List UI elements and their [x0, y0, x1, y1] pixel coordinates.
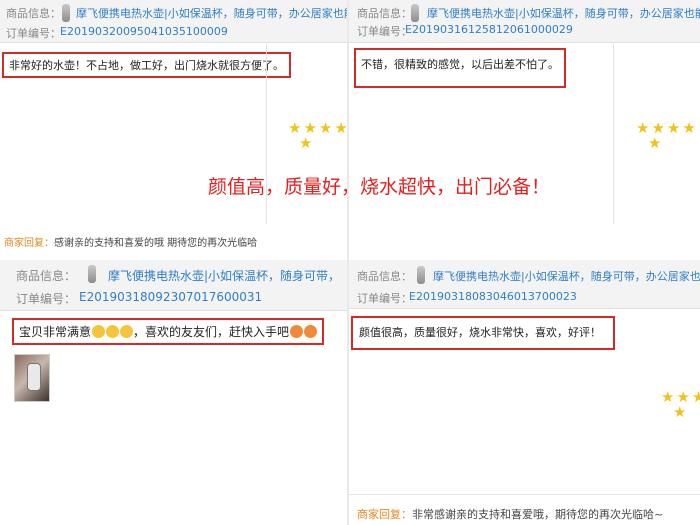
reply-text: 感谢亲的支持和喜爱的哦 期待您的再次光临哈	[54, 238, 258, 249]
review-comment: 颜值很高，质量很好，烧水非常快，喜欢，好评！	[351, 316, 615, 350]
column-divider	[613, 44, 614, 224]
review-card-2: 商品信息： 摩飞便携电热水壶|小如保温杯，随身可带，办公居家也能用 订单编号： …	[349, 0, 700, 260]
review-header: 商品信息： 摩飞便携电热水壶|小如保温杯，随身可带，办公居家也能 订单编号： E…	[349, 260, 700, 309]
smile-icon	[290, 325, 304, 338]
product-thumbnail	[88, 265, 96, 283]
order-number: E20190318083046013700023	[409, 290, 577, 303]
order-label: 订单编号：	[16, 292, 77, 306]
star-icon: ★★★★	[288, 119, 347, 137]
reply-label: 商家回复：	[357, 508, 412, 521]
product-name-link[interactable]: 摩飞便携电热水壶|小如保温杯，随身可带，	[108, 267, 340, 284]
review-header: 商品信息： 摩飞便携电热水壶|小如保温杯，随身可带， 订单编号： E201903…	[0, 260, 347, 311]
thumbs-up-icon	[106, 325, 120, 338]
reply-text: 非常感谢亲的支持和喜爱哦，期待您的再次光临哈~	[412, 508, 664, 521]
product-thumbnail	[417, 266, 425, 284]
review-photo[interactable]	[14, 354, 50, 402]
product-name-link[interactable]: 摩飞便携电热水壶|小如保温杯，随身可带，办公居家也能	[433, 268, 700, 284]
product-thumbnail	[62, 4, 70, 22]
product-thumbnail	[411, 4, 419, 22]
order-label: 订单编号：	[357, 25, 412, 38]
column-gap	[347, 0, 349, 525]
product-label: 商品信息：	[6, 7, 61, 20]
order-label: 订单编号：	[6, 27, 61, 40]
review-comment: 非常好的水壶！不占地，做工好，出门烧水就很方便了。	[2, 52, 291, 78]
star-icon: ★	[673, 403, 689, 421]
product-name-link[interactable]: 摩飞便携电热水壶|小如保温杯，随身可带，办公居家也能用	[76, 5, 347, 21]
review-header: 商品信息： 摩飞便携电热水壶|小如保温杯，随身可带，办公居家也能用 订单编号： …	[0, 0, 347, 43]
star-icon: ★	[648, 134, 664, 152]
review-card-3: 商品信息： 摩飞便携电热水壶|小如保温杯，随身可带， 订单编号： E201903…	[0, 254, 347, 525]
kettle-photo-icon	[27, 363, 41, 391]
merchant-reply: 商家回复：感谢亲的支持和喜爱的哦 期待您的再次光临哈	[4, 234, 257, 249]
rating-stars: ★★★★ ★	[288, 121, 347, 151]
thumbs-up-icon	[92, 325, 106, 338]
reply-label: 商家回复：	[4, 238, 54, 249]
comment-text-tail: ，喜欢的友友们，赶快入手吧	[133, 325, 290, 339]
smile-icon	[304, 325, 318, 338]
star-icon: ★	[299, 134, 315, 152]
product-label: 商品信息：	[357, 270, 412, 283]
review-card-1: 商品信息： 摩飞便携电热水壶|小如保温杯，随身可带，办公居家也能用 订单编号： …	[0, 0, 347, 260]
product-label: 商品信息：	[16, 269, 77, 283]
product-label: 商品信息：	[357, 7, 412, 20]
thumbs-up-icon	[120, 325, 134, 338]
review-header: 商品信息： 摩飞便携电热水壶|小如保温杯，随身可带，办公居家也能用 订单编号： …	[349, 0, 700, 43]
reply-divider	[349, 494, 700, 495]
merchant-reply: 商家回复：非常感谢亲的支持和喜爱哦，期待您的再次光临哈~	[357, 506, 663, 522]
product-name-link[interactable]: 摩飞便携电热水壶|小如保温杯，随身可带，办公居家也能用	[427, 5, 700, 21]
promo-slogan: 颜值高，质量好，烧水超快，出门必备！	[208, 176, 551, 198]
order-number: E20190316125812061000029	[405, 23, 573, 36]
order-label: 订单编号：	[357, 292, 412, 305]
rating-stars: ★★★★ ★	[636, 121, 698, 151]
order-number: E20190320095041035100009	[60, 25, 228, 38]
review-comment: 宝贝非常满意 ，喜欢的友友们，赶快入手吧	[12, 318, 325, 345]
rating-stars: ★★★ ★	[661, 390, 700, 420]
review-card-4: 商品信息： 摩飞便携电热水壶|小如保温杯，随身可带，办公居家也能 订单编号： E…	[349, 254, 700, 525]
order-number: E20190318092307017600031	[79, 290, 263, 304]
star-icon: ★★★★	[636, 119, 698, 137]
comment-text: 宝贝非常满意	[19, 325, 92, 339]
review-comment: 不错，很精致的感觉，以后出差不怕了。	[354, 48, 566, 88]
